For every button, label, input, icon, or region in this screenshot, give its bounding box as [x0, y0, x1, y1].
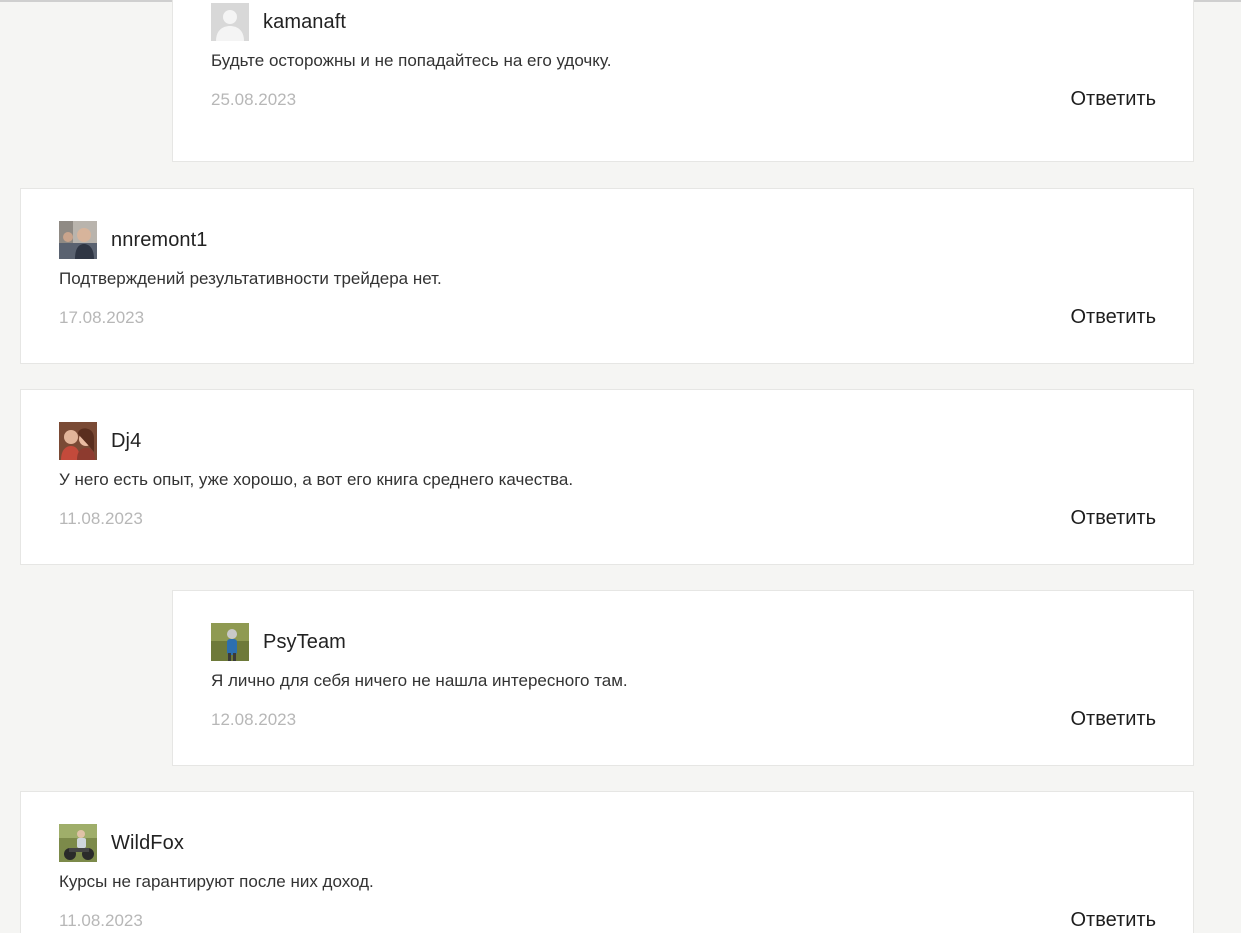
comment-card: kamanaft Будьте осторожны и не попадайте… — [172, 0, 1194, 162]
reply-button[interactable]: Ответить — [1071, 708, 1157, 731]
user-photo-avatar-icon[interactable] — [211, 623, 249, 661]
comment-header: Dj4 — [59, 422, 141, 460]
user-photo-avatar-icon[interactable] — [59, 221, 97, 259]
user-photo-avatar-icon[interactable] — [59, 824, 97, 862]
comment-card: PsyTeam Я лично для себя ничего не нашла… — [172, 590, 1194, 766]
comment-date: 11.08.2023 — [59, 509, 143, 528]
comment-text: Будьте осторожны и не попадайтесь на его… — [211, 51, 612, 70]
reply-button[interactable]: Ответить — [1071, 507, 1157, 530]
comment-author[interactable]: PsyTeam — [263, 631, 346, 654]
comment-header: kamanaft — [211, 3, 346, 41]
comments-list: kamanaft Будьте осторожны и не попадайте… — [0, 0, 1241, 933]
comment-date: 11.08.2023 — [59, 911, 143, 930]
comment-date: 17.08.2023 — [59, 308, 145, 327]
comment-text: Подтверждений результативности трейдера … — [59, 269, 442, 288]
comment-header: PsyTeam — [211, 623, 346, 661]
reply-button[interactable]: Ответить — [1071, 88, 1157, 111]
comment-card: Dj4 У него есть опыт, уже хорошо, а вот … — [20, 389, 1194, 565]
reply-button[interactable]: Ответить — [1071, 306, 1157, 329]
comment-author[interactable]: kamanaft — [263, 11, 346, 34]
comment-text: У него есть опыт, уже хорошо, а вот его … — [59, 470, 574, 489]
default-user-avatar-icon[interactable] — [211, 3, 249, 41]
comment-author[interactable]: nnremont1 — [111, 229, 208, 252]
comment-author[interactable]: WildFox — [111, 832, 184, 855]
comment-date: 25.08.2023 — [211, 90, 297, 109]
comment-header: nnremont1 — [59, 221, 208, 259]
user-photo-avatar-icon[interactable] — [59, 422, 97, 460]
comment-author[interactable]: Dj4 — [111, 430, 141, 453]
comment-text: Я лично для себя ничего не нашла интерес… — [211, 671, 628, 690]
comment-date: 12.08.2023 — [211, 710, 297, 729]
comment-text: Курсы не гарантируют после них доход. — [59, 872, 374, 891]
reply-button[interactable]: Ответить — [1071, 909, 1157, 932]
comment-card: WildFox Курсы не гарантируют после них д… — [20, 791, 1194, 933]
comment-card: nnremont1 Подтверждений результативности… — [20, 188, 1194, 364]
comment-header: WildFox — [59, 824, 184, 862]
